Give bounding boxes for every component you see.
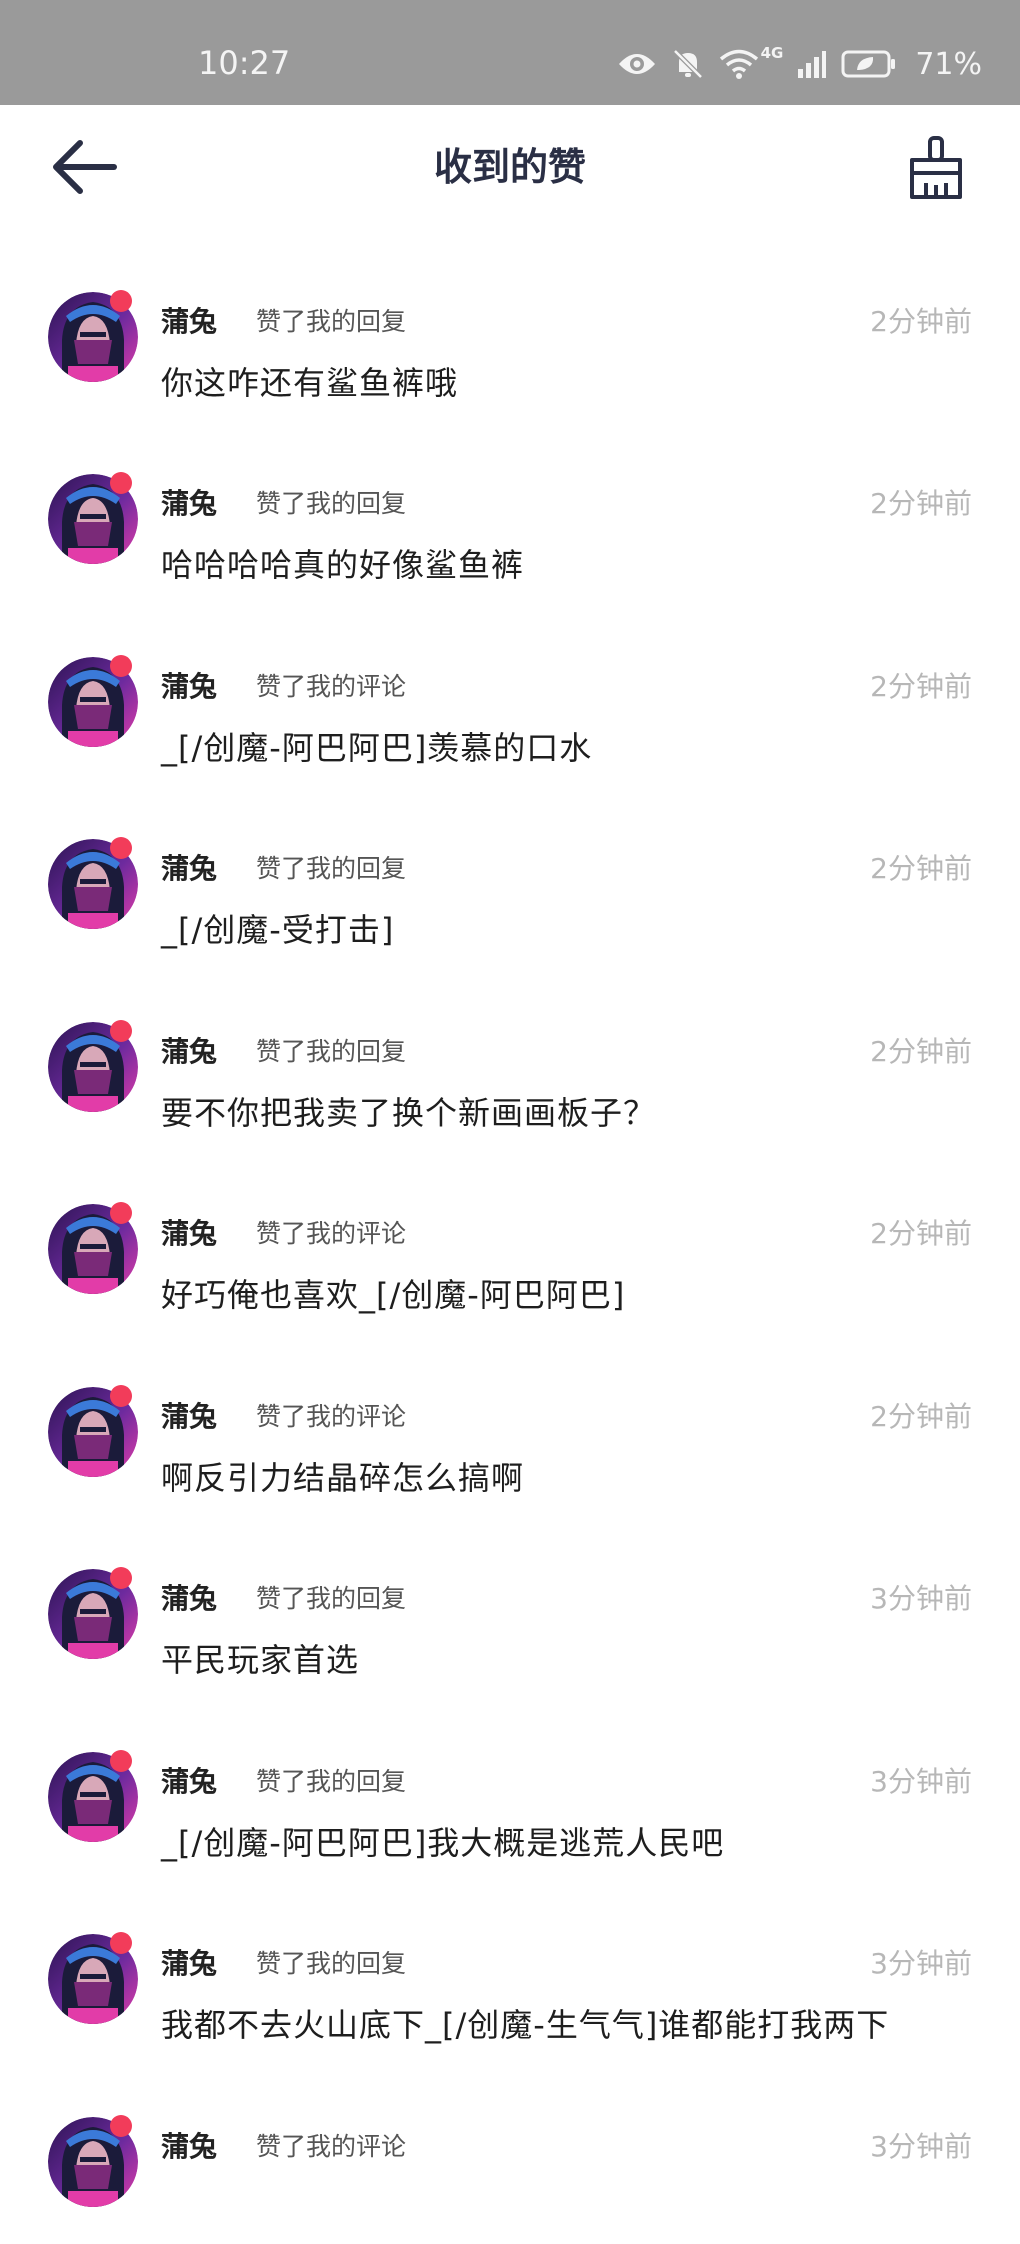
- arrow-left-icon: [53, 140, 117, 194]
- like-time: 2分钟前: [870, 304, 972, 338]
- unread-badge: [110, 654, 132, 677]
- like-time: 3分钟前: [870, 1764, 972, 1798]
- liked-content[interactable]: _[/创魔-阿巴阿巴]我大概是逃荒人民吧: [161, 1818, 724, 1864]
- liked-content[interactable]: 你这咋还有鲨鱼裤哦: [161, 358, 458, 404]
- like-action-label: 赞了我的回复: [256, 1766, 407, 1796]
- unread-badge: [110, 1019, 132, 1042]
- like-item[interactable]: 蒲兔 赞了我的回复 2分钟前 你这咋还有鲨鱼裤哦: [0, 274, 1020, 457]
- battery-percent: 71%: [915, 46, 982, 82]
- unread-badge: [110, 289, 132, 312]
- page-title: 收到的赞: [433, 145, 586, 189]
- unread-badge: [110, 1749, 132, 1772]
- username[interactable]: 蒲兔: [161, 1030, 217, 1070]
- like-action-label: 赞了我的回复: [256, 489, 407, 518]
- like-action-label: 赞了我的评论: [256, 1219, 407, 1248]
- like-action-label: 赞了我的回复: [256, 1036, 407, 1066]
- liked-content[interactable]: 哈哈哈哈真的好像鲨鱼裤: [161, 540, 524, 586]
- username[interactable]: 蒲兔: [161, 2125, 217, 2165]
- like-action-label: 赞了我的回复: [256, 1949, 407, 1978]
- username[interactable]: 蒲兔: [161, 1760, 217, 1800]
- username[interactable]: 蒲兔: [161, 482, 217, 522]
- like-time: 2分钟前: [870, 852, 972, 885]
- bell-muted-icon: [672, 49, 703, 79]
- eye-icon: [618, 54, 655, 74]
- username[interactable]: 蒲兔: [161, 1942, 217, 1982]
- clear-button[interactable]: [906, 135, 966, 201]
- like-item[interactable]: 蒲兔 赞了我的评论 2分钟前 好巧俺也喜欢_[/创魔-阿巴阿巴]: [0, 1186, 1020, 1369]
- username[interactable]: 蒲兔: [161, 847, 217, 887]
- like-time: 3分钟前: [870, 2129, 972, 2163]
- signal-icon: [798, 51, 827, 78]
- status-icons: 4G 71%: [617, 44, 982, 84]
- like-item[interactable]: 蒲兔 赞了我的回复 2分钟前 要不你把我卖了换个新画画板子？: [0, 1004, 1020, 1187]
- likes-list-inner: 今天十几钓出了两只海神！一只金牌！！ 蒲兔: [0, 229, 1020, 2244]
- unread-badge: [110, 2114, 132, 2137]
- unread-badge: [110, 1567, 132, 1589]
- liked-content[interactable]: 啊反引力结晶碎怎么搞啊: [161, 1453, 524, 1499]
- like-time: 2分钟前: [870, 1217, 972, 1250]
- like-time: 2分钟前: [870, 1399, 972, 1433]
- battery-icon: [841, 50, 896, 78]
- like-time: 3分钟前: [870, 1582, 972, 1615]
- like-item[interactable]: 蒲兔 赞了我的回复 3分钟前 我都不去火山底下_[/创魔-生气气]谁都能打我两下: [0, 1916, 1020, 2099]
- liked-content[interactable]: 我都不去火山底下_[/创魔-生气气]谁都能打我两下: [161, 2000, 889, 2046]
- liked-content[interactable]: 要不你把我卖了换个新画画板子？: [161, 1088, 656, 1134]
- status-bar: 10:27 4G 71%: [0, 0, 1020, 105]
- like-time: 2分钟前: [870, 487, 972, 520]
- like-time: 2分钟前: [870, 669, 972, 703]
- username[interactable]: 蒲兔: [161, 665, 217, 705]
- likes-list[interactable]: 今天十几钓出了两只海神！一只金牌！！ 蒲兔: [0, 229, 1020, 2244]
- username[interactable]: 蒲兔: [161, 300, 217, 340]
- like-action-label: 赞了我的回复: [256, 306, 407, 336]
- like-item[interactable]: 蒲兔 赞了我的回复 3分钟前 平民玩家首选: [0, 1551, 1020, 1734]
- liked-content[interactable]: 平民玩家首选: [161, 1635, 359, 1681]
- liked-content[interactable]: 好巧俺也喜欢_[/创魔-阿巴阿巴]: [161, 1270, 625, 1316]
- like-action-label: 赞了我的评论: [256, 1401, 407, 1431]
- liked-content[interactable]: _[/创魔-阿巴阿巴]羡慕的口水: [161, 723, 592, 769]
- like-item[interactable]: 蒲兔 赞了我的评论 3分钟前: [0, 2099, 1020, 2244]
- status-time: 10:27: [198, 44, 291, 82]
- liked-content[interactable]: _[/创魔-受打击]: [161, 905, 394, 951]
- username[interactable]: 蒲兔: [161, 1577, 217, 1617]
- back-button[interactable]: [50, 135, 120, 199]
- like-item[interactable]: 蒲兔 赞了我的评论 2分钟前 啊反引力结晶碎怎么搞啊: [0, 1369, 1020, 1552]
- like-action-label: 赞了我的回复: [256, 1584, 407, 1613]
- username[interactable]: 蒲兔: [161, 1212, 217, 1252]
- like-action-label: 赞了我的评论: [256, 2131, 407, 2161]
- like-time: 2分钟前: [870, 1034, 972, 1068]
- unread-badge: [110, 837, 132, 859]
- like-item[interactable]: 蒲兔 赞了我的回复 2分钟前 _[/创魔-受打击]: [0, 821, 1020, 1004]
- broom-icon: [910, 136, 962, 199]
- like-item[interactable]: 今天十几钓出了两只海神！一只金牌！！: [0, 229, 1020, 274]
- like-item[interactable]: 蒲兔 赞了我的回复 2分钟前 哈哈哈哈真的好像鲨鱼裤: [0, 456, 1020, 639]
- unread-badge: [110, 1932, 132, 1954]
- like-item[interactable]: 蒲兔 赞了我的评论 2分钟前 _[/创魔-阿巴阿巴]羡慕的口水: [0, 639, 1020, 822]
- unread-badge: [110, 472, 132, 494]
- like-time: 3分钟前: [870, 1947, 972, 1980]
- header: 收到的赞: [0, 105, 1020, 229]
- network-type-label: 4G: [760, 44, 784, 62]
- like-item[interactable]: 蒲兔 赞了我的回复 3分钟前 _[/创魔-阿巴阿巴]我大概是逃荒人民吧: [0, 1734, 1020, 1917]
- unread-badge: [110, 1384, 132, 1407]
- username[interactable]: 蒲兔: [161, 1395, 217, 1435]
- like-action-label: 赞了我的回复: [256, 854, 407, 883]
- like-action-label: 赞了我的评论: [256, 671, 407, 701]
- wifi-icon: [719, 49, 758, 79]
- unread-badge: [110, 1202, 132, 1224]
